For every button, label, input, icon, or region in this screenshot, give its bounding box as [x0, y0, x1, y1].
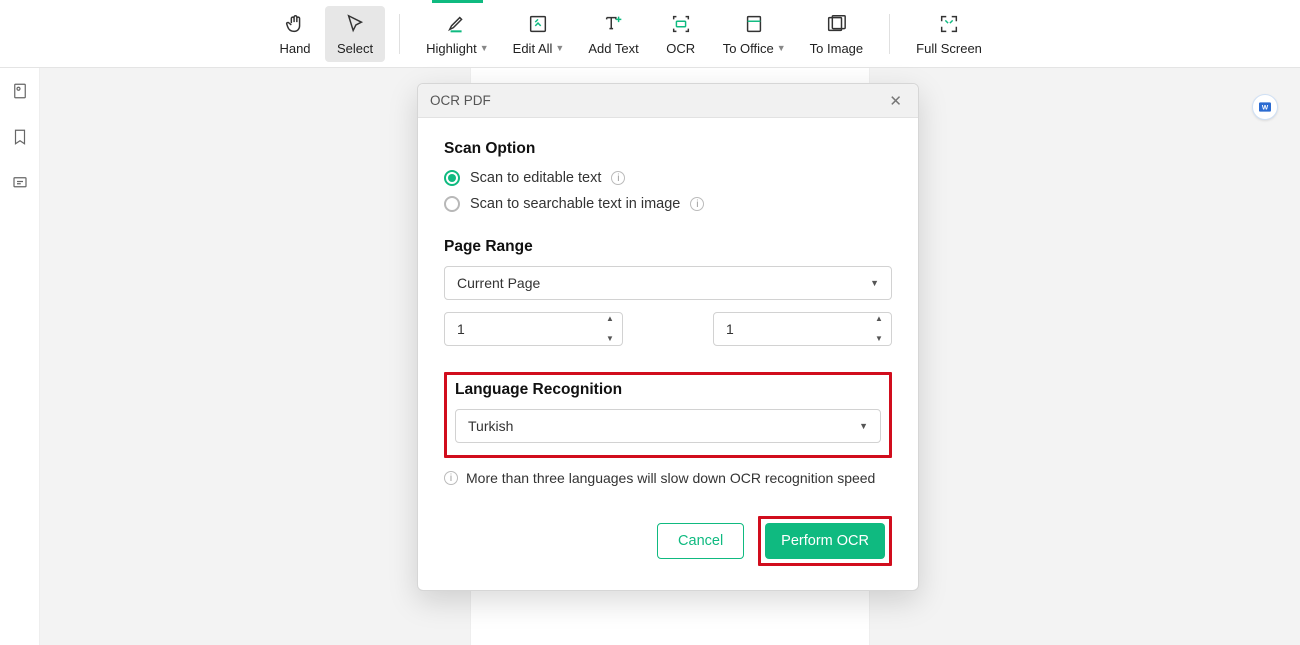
page-from-spinner[interactable]: 1 ▲ ▼ [444, 312, 623, 346]
tool-hand-label: Hand [279, 41, 310, 56]
tool-to-image[interactable]: To Image [798, 6, 875, 62]
tool-edit-all-label: Edit All▼ [513, 41, 565, 56]
page-to-value: 1 [726, 321, 734, 337]
convert-word-button[interactable]: W [1252, 94, 1278, 120]
tool-to-office-label: To Office▼ [723, 41, 786, 56]
perform-ocr-button[interactable]: Perform OCR [765, 523, 885, 559]
cancel-button[interactable]: Cancel [657, 523, 744, 559]
chevron-down-icon: ▼ [870, 278, 879, 288]
page-to-spinner[interactable]: 1 ▲ ▼ [713, 312, 892, 346]
page-range-heading: Page Range [444, 238, 892, 256]
language-recognition-highlight: Language Recognition Turkish ▼ [444, 372, 892, 458]
office-icon [742, 12, 766, 37]
language-hint: i More than three languages will slow do… [444, 470, 892, 486]
tool-hand[interactable]: Hand [265, 6, 325, 62]
svg-text:W: W [1262, 105, 1269, 112]
page-from-value: 1 [457, 321, 465, 337]
language-value: Turkish [468, 418, 513, 434]
info-icon[interactable]: i [611, 171, 625, 185]
toolbar: Hand Select Highlight▼ Edit All▼ Add Tex… [0, 0, 1300, 68]
toolbar-separator [889, 14, 890, 54]
tool-to-office[interactable]: To Office▼ [711, 6, 798, 62]
chevron-down-icon: ▼ [777, 43, 786, 53]
tool-to-image-label: To Image [810, 41, 863, 56]
tool-edit-all[interactable]: Edit All▼ [501, 6, 577, 62]
language-heading: Language Recognition [455, 381, 881, 399]
dialog-buttons: Cancel Perform OCR [444, 516, 892, 566]
cursor-icon [344, 12, 366, 37]
spinner-up-icon[interactable]: ▲ [602, 315, 618, 323]
tool-select-label: Select [337, 41, 373, 56]
hand-icon [284, 12, 306, 37]
image-icon [824, 12, 848, 37]
tool-full-screen[interactable]: Full Screen [904, 6, 994, 62]
tool-ocr[interactable]: OCR [651, 6, 711, 62]
spinner-up-icon[interactable]: ▲ [871, 315, 887, 323]
dialog-title: OCR PDF [430, 93, 491, 108]
tool-add-text-label: Add Text [588, 41, 638, 56]
radio-searchable-text[interactable]: Scan to searchable text in image i [444, 196, 892, 212]
sidebar-comment[interactable] [0, 160, 40, 206]
add-text-icon [602, 12, 626, 37]
edit-icon [527, 12, 549, 37]
toolbar-separator [399, 14, 400, 54]
language-select[interactable]: Turkish ▼ [455, 409, 881, 443]
radio-icon [444, 170, 460, 186]
tool-select[interactable]: Select [325, 6, 385, 62]
dialog-body: Scan Option Scan to editable text i Scan… [418, 118, 918, 590]
tool-ocr-label: OCR [666, 41, 695, 56]
left-sidebar [0, 68, 40, 645]
spinner-down-icon[interactable]: ▼ [602, 335, 618, 343]
sidebar-thumbnails[interactable] [0, 68, 40, 114]
chevron-down-icon: ▼ [480, 43, 489, 53]
language-hint-text: More than three languages will slow down… [466, 470, 875, 486]
tool-add-text[interactable]: Add Text [576, 6, 650, 62]
chevron-down-icon: ▼ [859, 421, 868, 431]
tool-highlight-label: Highlight▼ [426, 41, 489, 56]
dialog-titlebar: OCR PDF ✕ [418, 84, 918, 118]
scan-option-heading: Scan Option [444, 140, 892, 158]
tool-full-screen-label: Full Screen [916, 41, 982, 56]
page-range-value: Current Page [457, 275, 540, 291]
spinner-down-icon[interactable]: ▼ [871, 335, 887, 343]
ocr-icon [669, 12, 693, 37]
perform-ocr-highlight: Perform OCR [758, 516, 892, 566]
fullscreen-icon [938, 12, 960, 37]
ocr-dialog: OCR PDF ✕ Scan Option Scan to editable t… [417, 83, 919, 591]
tool-highlight[interactable]: Highlight▼ [414, 6, 501, 62]
radio-editable-text[interactable]: Scan to editable text i [444, 170, 892, 186]
close-icon[interactable]: ✕ [885, 90, 906, 112]
info-icon: i [444, 471, 458, 485]
radio-searchable-label: Scan to searchable text in image [470, 196, 680, 212]
info-icon[interactable]: i [690, 197, 704, 211]
radio-editable-label: Scan to editable text [470, 170, 601, 186]
highlighter-icon [445, 12, 469, 37]
chevron-down-icon: ▼ [555, 43, 564, 53]
page-range-select[interactable]: Current Page ▼ [444, 266, 892, 300]
radio-icon [444, 196, 460, 212]
sidebar-bookmark[interactable] [0, 114, 40, 160]
